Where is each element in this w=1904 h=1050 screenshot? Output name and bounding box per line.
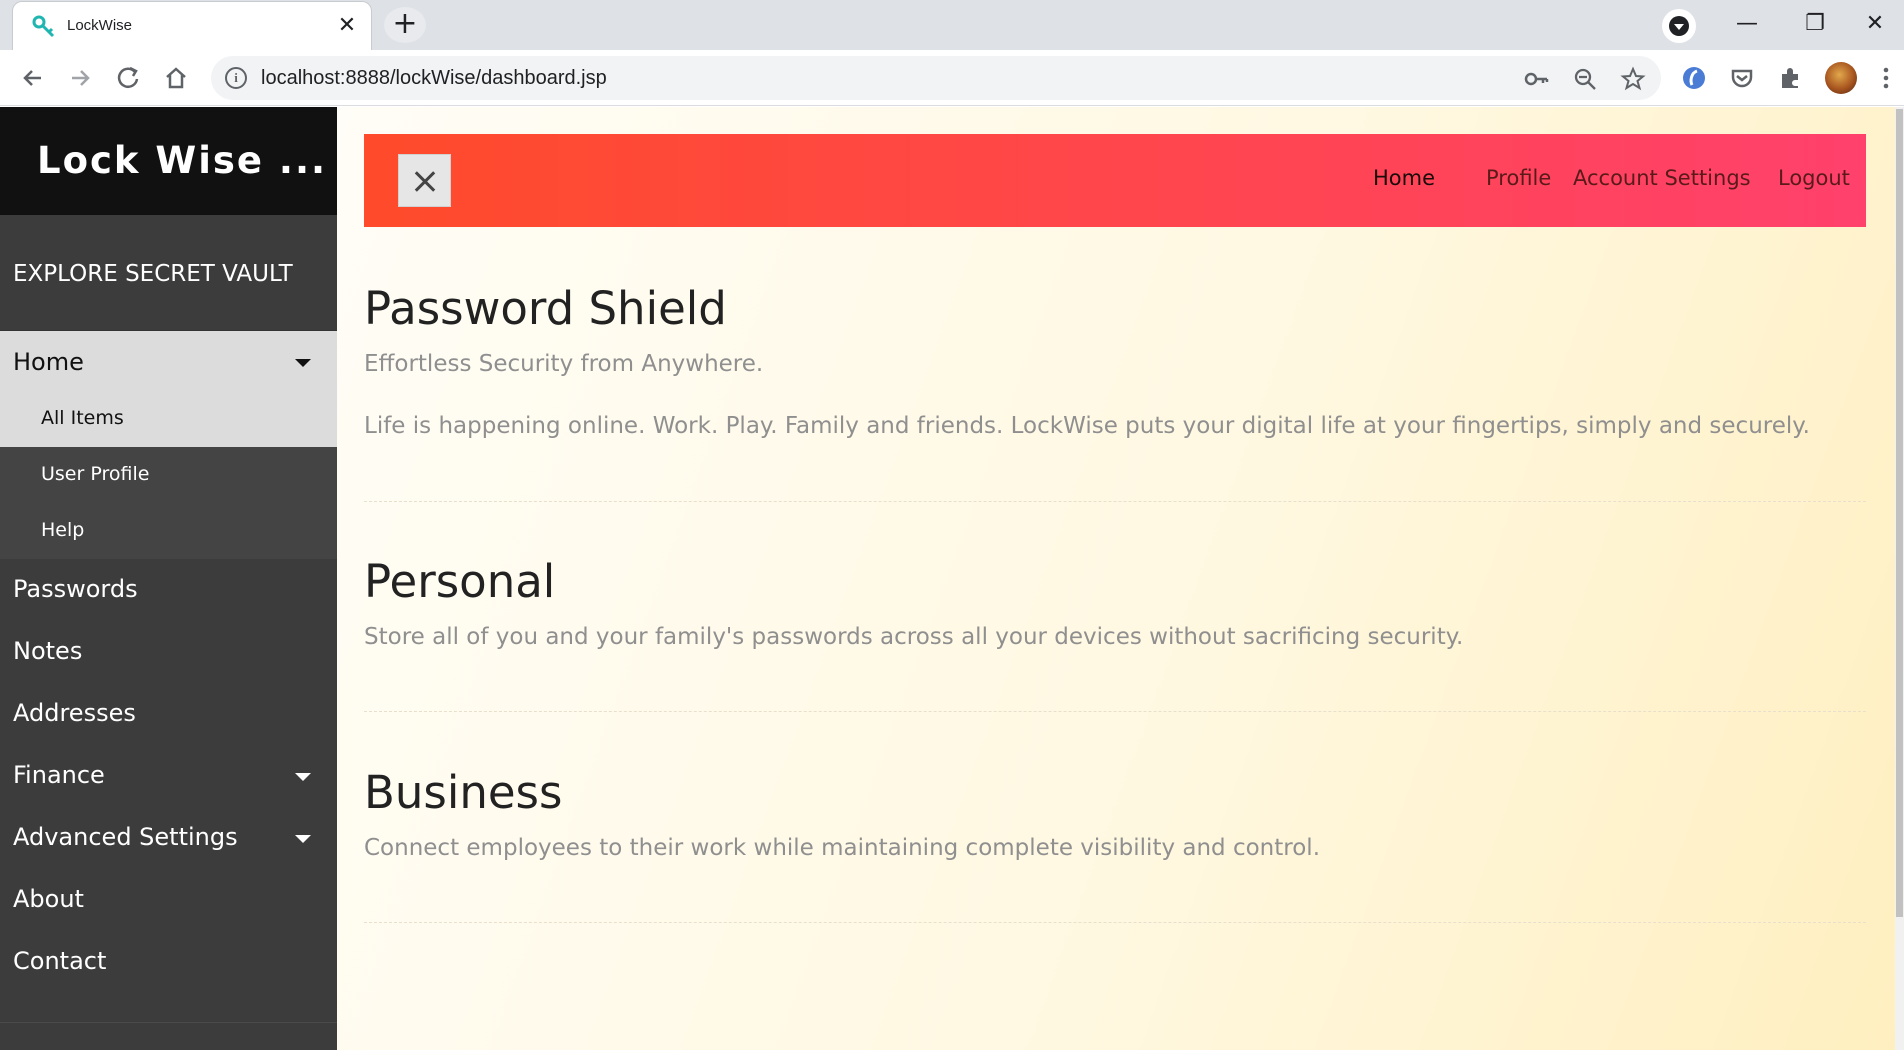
browser-tab-strip: LockWise ✕ + — ❐ ✕	[0, 0, 1904, 50]
section-divider	[364, 501, 1866, 502]
browser-toolbar: i localhost:8888/lockWise/dashboard.jsp	[0, 50, 1904, 106]
sidebar-item-about[interactable]: About	[0, 869, 337, 931]
section-title: Personal	[364, 555, 556, 608]
menu-icon[interactable]	[1870, 62, 1902, 94]
star-icon[interactable]	[1619, 65, 1647, 93]
key-icon[interactable]	[1523, 65, 1551, 93]
sidebar-item-contact[interactable]: Contact	[0, 931, 337, 993]
sidebar-subitem-all-items[interactable]: All Items	[0, 392, 337, 447]
main-content: Home Profile Account Settings Logout Pas…	[337, 107, 1904, 1050]
sidebar-item-notes[interactable]: Notes	[0, 621, 337, 683]
pocket-icon[interactable]	[1726, 62, 1758, 94]
sidebar-item-label: Addresses	[13, 699, 136, 727]
top-navbar: Home Profile Account Settings Logout	[364, 134, 1866, 227]
caret-down-icon	[295, 359, 311, 367]
sidebar-item-label: Finance	[13, 761, 105, 789]
url-text[interactable]: localhost:8888/lockWise/dashboard.jsp	[261, 67, 607, 90]
section-title: Password Shield	[364, 282, 727, 335]
sidebar: Lock Wise ... EXPLORE SECRET VAULT Home …	[0, 107, 337, 1050]
window-restore-button[interactable]: ❐	[1792, 6, 1838, 42]
avatar[interactable]	[1825, 62, 1857, 94]
key-favicon-icon	[32, 15, 55, 38]
sidebar-item-label: Passwords	[13, 575, 138, 603]
new-tab-button[interactable]: +	[384, 7, 426, 43]
sidebar-item-finance[interactable]: Finance	[0, 745, 337, 807]
tab-search-icon[interactable]	[1662, 9, 1696, 43]
puzzle-icon[interactable]	[1774, 62, 1806, 94]
brand-title[interactable]: Lock Wise ...	[37, 139, 327, 182]
window-minimize-button[interactable]: —	[1724, 6, 1770, 42]
section-subtitle: Connect employees to their work while ma…	[364, 835, 1321, 861]
section-divider	[364, 711, 1866, 712]
divider	[0, 1022, 337, 1023]
address-bar[interactable]: i localhost:8888/lockWise/dashboard.jsp	[211, 56, 1661, 100]
sidebar-subitem-label: Help	[41, 519, 85, 541]
reload-icon[interactable]	[110, 60, 146, 96]
extension-icon[interactable]	[1678, 62, 1710, 94]
section-subtitle: Store all of you and your family's passw…	[364, 624, 1464, 650]
sidebar-item-label: About	[13, 885, 84, 913]
caret-down-icon	[295, 835, 311, 843]
section-text: Life is happening online. Work. Play. Fa…	[364, 413, 1810, 439]
section-subtitle: Effortless Security from Anywhere.	[364, 351, 764, 377]
sidebar-item-addresses[interactable]: Addresses	[0, 683, 337, 745]
sidebar-subitem-user-profile[interactable]: User Profile	[0, 447, 337, 503]
sidebar-item-label: Notes	[13, 637, 83, 665]
tab-close-icon[interactable]: ✕	[333, 12, 361, 40]
section-title: Business	[364, 766, 563, 819]
section-divider	[364, 922, 1866, 923]
sidebar-subitem-label: User Profile	[41, 463, 150, 485]
zoom-out-icon[interactable]	[1571, 65, 1599, 93]
sidebar-item-label: Home	[13, 348, 84, 376]
sidebar-item-label: Advanced Settings	[13, 823, 238, 851]
sidebar-subitem-label: All Items	[41, 407, 124, 429]
browser-tab[interactable]: LockWise ✕	[12, 1, 372, 50]
info-icon[interactable]: i	[225, 67, 247, 89]
vault-heading: EXPLORE SECRET VAULT	[13, 261, 293, 287]
sidebar-item-home[interactable]: Home	[0, 331, 337, 392]
tab-title: LockWise	[67, 17, 133, 34]
page-scrollbar[interactable]	[1895, 107, 1904, 1050]
back-icon[interactable]	[15, 60, 51, 96]
window-close-button[interactable]: ✕	[1852, 6, 1898, 42]
scrollbar-thumb[interactable]	[1896, 109, 1903, 917]
brand-header: Lock Wise ...	[0, 107, 337, 215]
page: Lock Wise ... EXPLORE SECRET VAULT Home …	[0, 107, 1904, 1050]
nav-link-profile[interactable]: Profile	[1486, 166, 1551, 190]
sidebar-toggle-close-icon[interactable]	[398, 154, 451, 207]
nav-link-home[interactable]: Home	[1373, 166, 1435, 190]
sidebar-item-advanced-settings[interactable]: Advanced Settings	[0, 807, 337, 869]
home-icon[interactable]	[158, 60, 194, 96]
caret-down-icon	[295, 773, 311, 781]
sidebar-item-label: Contact	[13, 947, 107, 975]
nav-link-account-settings[interactable]: Account Settings	[1573, 166, 1751, 190]
sidebar-subitem-help[interactable]: Help	[0, 503, 337, 559]
forward-icon[interactable]	[62, 60, 98, 96]
nav-link-logout[interactable]: Logout	[1778, 166, 1850, 190]
sidebar-item-passwords[interactable]: Passwords	[0, 559, 337, 621]
